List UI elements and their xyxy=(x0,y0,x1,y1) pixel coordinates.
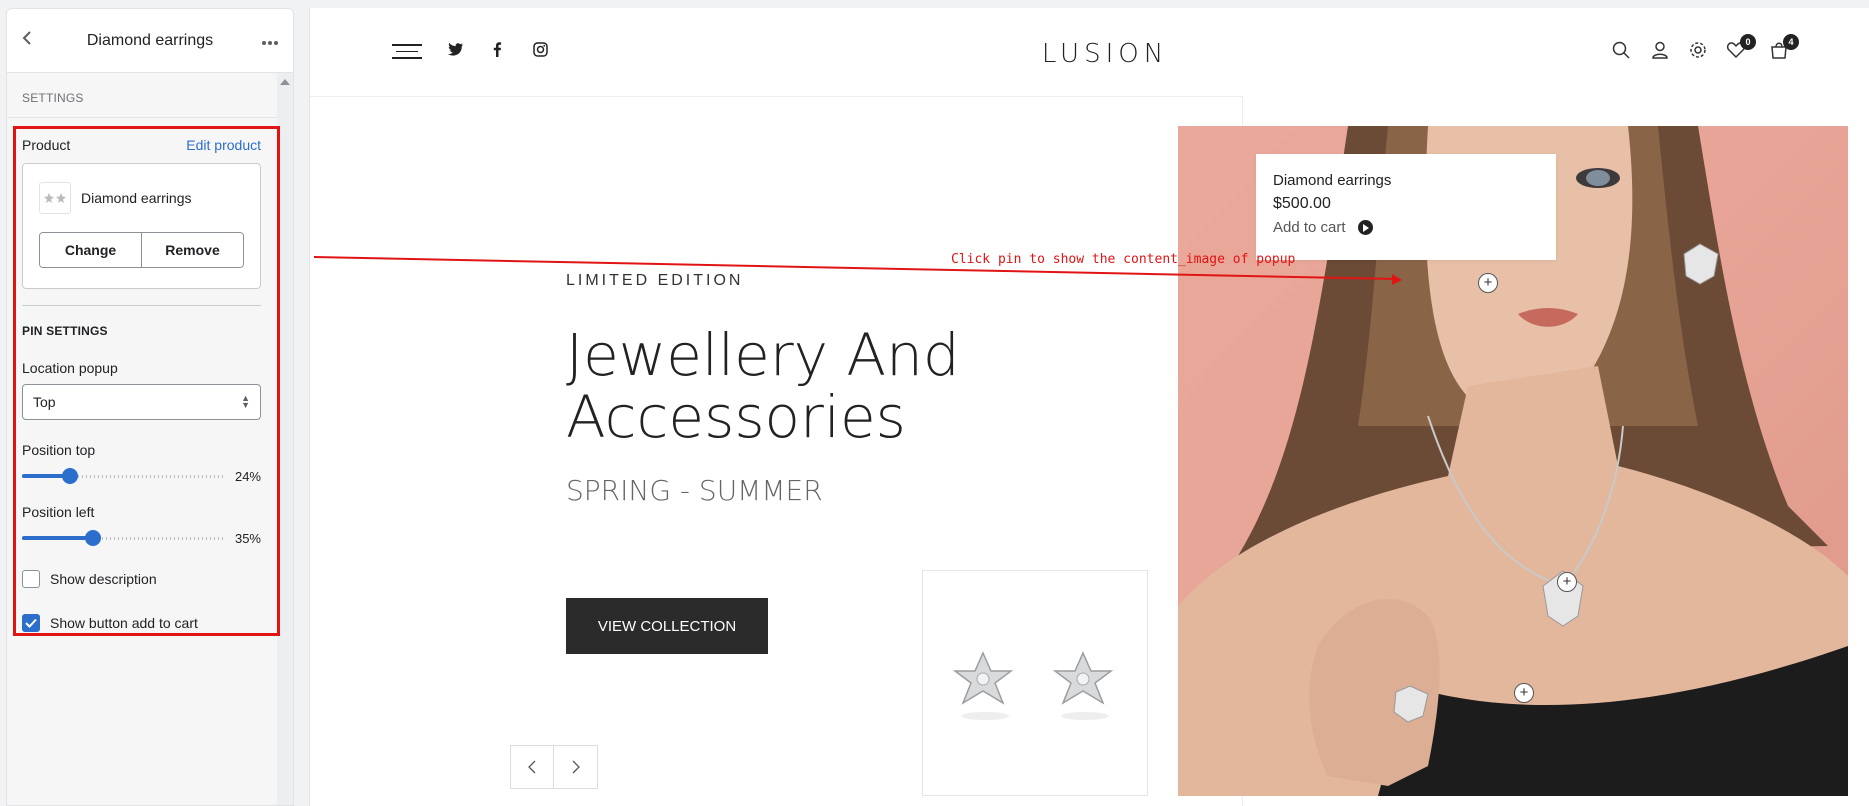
view-collection-button[interactable]: VIEW COLLECTION xyxy=(566,598,768,654)
chevron-left-icon[interactable] xyxy=(21,29,45,52)
slider-fill xyxy=(22,536,93,540)
cart-icon[interactable]: 4 xyxy=(1769,34,1799,62)
annotation-text: Click pin to show the content_image of p… xyxy=(951,252,1296,267)
slide-next-button[interactable] xyxy=(554,745,598,789)
position-left-slider[interactable] xyxy=(22,528,224,548)
position-top-slider[interactable] xyxy=(22,466,224,486)
show-description-checkbox[interactable]: Show description xyxy=(22,570,261,588)
position-left-label: Position left xyxy=(22,504,95,520)
slider-navigation xyxy=(510,745,598,789)
show-description-label: Show description xyxy=(50,571,157,587)
plus-pin-icon[interactable]: + xyxy=(1557,572,1577,592)
product-popup: Diamond earrings $500.00 Add to cart xyxy=(1256,154,1556,260)
settings-content: Product Edit product Diamond earrings Ch… xyxy=(22,135,261,632)
settings-icon[interactable] xyxy=(1688,40,1710,62)
more-icon[interactable] xyxy=(255,30,279,51)
add-to-cart-label: Add to cart xyxy=(1273,219,1346,236)
scroll-up-icon[interactable] xyxy=(280,79,290,85)
headline-line: Accessories xyxy=(566,383,906,451)
location-popup-select[interactable]: Top ▲ ▼ xyxy=(22,384,261,420)
position-left-row: 35% xyxy=(22,528,261,548)
plus-pin-icon[interactable]: + xyxy=(1478,273,1498,293)
play-icon xyxy=(1357,220,1373,235)
change-button[interactable]: Change xyxy=(40,233,141,267)
plus-pin-icon[interactable]: + xyxy=(1514,683,1534,703)
remove-button[interactable]: Remove xyxy=(141,233,243,267)
user-icon[interactable] xyxy=(1650,40,1672,62)
instagram-icon[interactable] xyxy=(533,42,548,61)
facebook-icon[interactable] xyxy=(492,42,502,61)
hero-eyebrow: LIMITED EDITION xyxy=(566,272,744,289)
earrings-image xyxy=(952,651,1114,720)
slide-prev-button[interactable] xyxy=(510,745,554,789)
product-name: Diamond earrings xyxy=(81,190,192,206)
wishlist-count-badge: 0 xyxy=(1740,34,1756,50)
pin-settings-title: PIN SETTINGS xyxy=(22,324,108,338)
panel-title: Diamond earrings xyxy=(86,31,214,49)
product-card: Diamond earrings Change Remove xyxy=(22,163,261,289)
product-thumbnail-card[interactable] xyxy=(922,570,1148,796)
position-left-value: 35% xyxy=(234,530,261,546)
panel-header: Diamond earrings xyxy=(7,9,293,73)
location-popup-value: Top xyxy=(33,394,56,410)
store-logo[interactable]: LUSION xyxy=(1030,39,1180,69)
divider xyxy=(7,117,277,118)
cart-count-badge: 4 xyxy=(1783,34,1799,50)
edit-product-link[interactable]: Edit product xyxy=(186,137,261,153)
position-top-value: 24% xyxy=(234,468,261,484)
popup-product-name[interactable]: Diamond earrings xyxy=(1273,172,1539,189)
product-actions: Change Remove xyxy=(39,232,244,268)
checkbox-box[interactable] xyxy=(22,570,40,588)
hero-subline: SPRING - SUMMER xyxy=(566,474,823,507)
popup-price: $500.00 xyxy=(1273,195,1331,212)
show-add-to-cart-label: Show button add to cart xyxy=(50,615,198,631)
menu-icon[interactable] xyxy=(392,44,422,64)
position-top-row: 24% xyxy=(22,466,261,486)
product-summary: Diamond earrings xyxy=(39,182,244,214)
checkbox-box[interactable] xyxy=(22,614,40,632)
product-label: Product xyxy=(22,137,71,153)
slider-handle[interactable] xyxy=(62,468,78,484)
product-row: Product Edit product xyxy=(22,135,261,155)
hero-headline: Jewellery And Accessories xyxy=(566,324,1086,448)
slider-handle[interactable] xyxy=(85,530,101,546)
headline-line: Jewellery And xyxy=(566,321,960,389)
select-arrows-icon: ▲ ▼ xyxy=(241,393,250,410)
heart-icon[interactable]: 0 xyxy=(1726,34,1756,62)
storefront-preview: LUSION 0 4 LIMITED EDITION Jewellery And… xyxy=(309,8,1869,806)
divider xyxy=(22,305,261,306)
popup-add-to-cart[interactable]: Add to cart xyxy=(1273,219,1539,236)
location-popup-label: Location popup xyxy=(22,360,118,376)
section-label: SETTINGS xyxy=(22,91,84,105)
show-add-to-cart-checkbox[interactable]: Show button add to cart xyxy=(22,614,261,632)
product-thumbnail xyxy=(39,182,71,214)
twitter-icon[interactable] xyxy=(448,42,464,60)
header-divider xyxy=(310,96,1242,97)
search-icon[interactable] xyxy=(1611,40,1633,62)
position-top-label: Position top xyxy=(22,442,96,458)
store-header: LUSION 0 4 xyxy=(310,8,1869,96)
